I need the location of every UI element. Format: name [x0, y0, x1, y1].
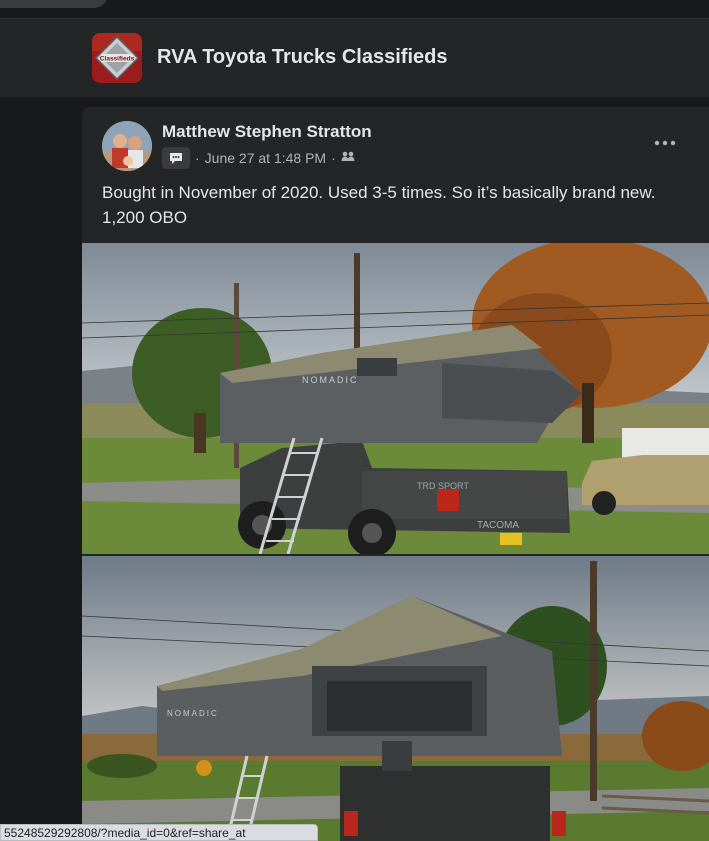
meta-separator: · — [195, 150, 200, 166]
photo1-tailgate-text: TACOMA — [477, 520, 519, 531]
post-meta: · June 27 at 1:48 PM · — [162, 147, 355, 169]
more-dots-icon — [654, 140, 676, 146]
author-name-link[interactable]: Matthew Stephen Stratton — [162, 122, 372, 142]
comment-badge-icon[interactable] — [162, 147, 190, 169]
left-rail — [0, 0, 82, 841]
post-photo-1[interactable]: TRD SPORT TACOMA NOMADIC — [82, 243, 709, 554]
group-logo: Classifieds — [92, 33, 142, 83]
status-bar-url: 55248529292808/?media_id=0&ref=share_at — [0, 824, 318, 841]
post-timestamp[interactable]: June 27 at 1:48 PM — [205, 150, 326, 166]
group-header: Classifieds RVA Toyota Trucks Classified… — [0, 18, 709, 97]
author-photo — [102, 121, 152, 171]
photo2-tent-brand: NOMADIC — [167, 709, 219, 718]
post-body: Bought in November of 2020. Used 3-5 tim… — [102, 183, 656, 227]
group-name-link[interactable]: RVA Toyota Trucks Classifieds — [157, 46, 447, 69]
group-logo-text: Classifieds — [100, 56, 135, 63]
post-photo-2[interactable]: NOMADIC — [82, 556, 709, 841]
photo1-tent-brand: NOMADIC — [302, 375, 359, 385]
author-avatar[interactable] — [102, 121, 152, 171]
group-avatar[interactable]: Classifieds — [92, 33, 142, 83]
group-privacy-icon — [341, 149, 355, 168]
meta-separator-2: · — [331, 150, 336, 166]
post-card: Matthew Stephen Stratton · June 27 at 1:… — [82, 107, 709, 841]
photo1-truck-badge: TRD SPORT — [417, 481, 469, 491]
top-search-pill[interactable] — [0, 0, 108, 8]
more-options-button[interactable] — [647, 129, 683, 157]
